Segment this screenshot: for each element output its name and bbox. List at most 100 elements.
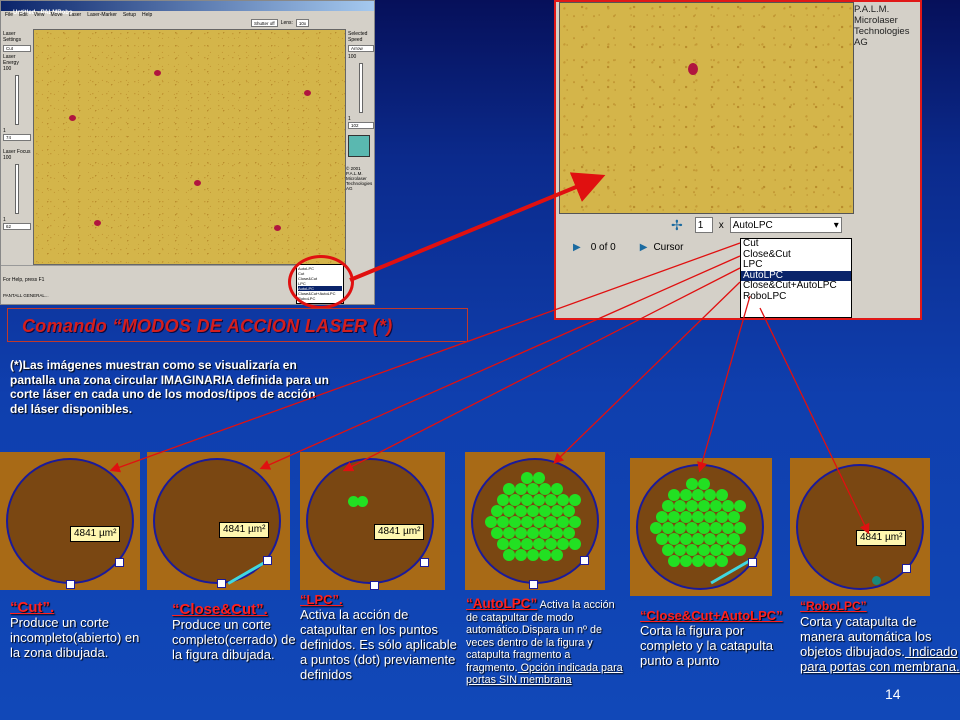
panel-close-cut: 4841 µm² bbox=[147, 452, 290, 590]
footnote-text: (*)Las imágenes muestran como se visuali… bbox=[10, 358, 329, 416]
selected-speed-label: Selected Speed bbox=[348, 31, 368, 43]
energy-input[interactable]: 74 bbox=[3, 134, 31, 141]
page-number: 14 bbox=[885, 686, 901, 702]
mode-select[interactable]: Cut bbox=[3, 45, 31, 52]
menu-move[interactable]: Move bbox=[50, 12, 62, 18]
mode-select[interactable]: AutoLPC ▾ bbox=[729, 217, 842, 233]
fragment-dot bbox=[569, 516, 581, 528]
position-label: 0 of 0 bbox=[590, 241, 616, 253]
caption-close-cut: “Close&Cut”. Produce un corte completo(c… bbox=[172, 602, 296, 662]
lens-label: Lens: bbox=[280, 20, 293, 26]
fragment-dot bbox=[569, 538, 581, 550]
menu-view[interactable]: View bbox=[34, 12, 45, 18]
software-screenshot-zoom: P.A.L.M. Microlaser Technologies AG ✢ 1 … bbox=[554, 0, 922, 320]
energy-slider[interactable] bbox=[15, 75, 19, 125]
dropdown-item-cut[interactable]: Cut bbox=[741, 238, 851, 250]
fragment-dot bbox=[503, 549, 515, 561]
handle-icon bbox=[580, 556, 589, 565]
fragment-dot bbox=[716, 555, 728, 567]
chevron-down-icon: ▾ bbox=[833, 219, 839, 231]
fragment-dot bbox=[527, 549, 539, 561]
caption-close-cut-autolpc: “Close&Cut+AutoLPC” Corta la figura por … bbox=[640, 608, 790, 668]
arrow-close-cut-autolpc bbox=[697, 295, 751, 473]
energy-max: 100 bbox=[3, 66, 12, 72]
menu-laser[interactable]: Laser bbox=[69, 12, 82, 18]
fragment-dot bbox=[557, 538, 569, 550]
fragment-dot bbox=[734, 500, 746, 512]
palm-line: P.A.L.M. bbox=[854, 4, 890, 15]
lpc-dot bbox=[357, 496, 368, 507]
caption-title: “RoboLPC” bbox=[800, 599, 867, 613]
fragment-dot bbox=[569, 494, 581, 506]
fragment-dot bbox=[551, 549, 563, 561]
mode-select-value: AutoLPC bbox=[732, 219, 773, 231]
handle-icon bbox=[420, 558, 429, 567]
caption-title: “AutoLPC” bbox=[466, 596, 538, 611]
fragment-dot bbox=[668, 555, 680, 567]
caption-robolpc: “RoboLPC” Corta y catapulta de manera au… bbox=[800, 598, 960, 674]
area-label: 4841 µm² bbox=[856, 530, 907, 546]
caption-title: “Cut”. bbox=[10, 599, 55, 616]
area-label: 4841 µm² bbox=[374, 524, 425, 540]
microscope-image[interactable] bbox=[33, 29, 346, 265]
robolpc-dot bbox=[872, 576, 881, 585]
fragment-dot bbox=[539, 549, 551, 561]
red-cell bbox=[688, 63, 698, 75]
panel-robolpc: 4841 µm² bbox=[790, 458, 930, 596]
x-label: x bbox=[718, 219, 724, 231]
lens-select[interactable]: 10x bbox=[295, 19, 310, 27]
caption-title: “Close&Cut+AutoLPC” bbox=[640, 608, 783, 623]
menu-laser-marker[interactable]: Laser-Marker bbox=[87, 12, 117, 18]
handle-icon bbox=[529, 580, 538, 589]
slide-title: Comando “MODOS DE ACCION LASER (*) bbox=[7, 308, 468, 342]
menu-edit[interactable]: Edit bbox=[19, 12, 28, 18]
menu-help[interactable]: Help bbox=[142, 12, 152, 18]
play-icon[interactable]: ▶ bbox=[573, 242, 581, 253]
laser-settings-label: Laser Settings bbox=[3, 31, 22, 43]
caption-autolpc: “AutoLPC” Activa la acción de catapultar… bbox=[466, 596, 624, 687]
palm-line: AG bbox=[854, 37, 868, 48]
focus-slider[interactable] bbox=[15, 164, 19, 214]
speed-slider[interactable] bbox=[359, 63, 363, 113]
handle-icon bbox=[217, 579, 226, 588]
caption-title: “LPC”. bbox=[300, 592, 343, 607]
fragment-dot bbox=[692, 555, 704, 567]
caption-text: Corta la figura por completo y la catapu… bbox=[640, 623, 773, 668]
highlight-circle bbox=[288, 255, 354, 309]
red-cell bbox=[154, 70, 161, 76]
area-label: 4841 µm² bbox=[70, 526, 121, 542]
arrows-icon[interactable]: ✢ bbox=[671, 217, 683, 234]
focus-input[interactable]: 62 bbox=[3, 223, 31, 230]
dropdown-item-robolpc[interactable]: RoboLPC bbox=[741, 291, 851, 303]
speed-max: 100 bbox=[348, 54, 357, 60]
palm-copyright: © 2001 P.A.L.M. Microlaser Technologies … bbox=[346, 166, 373, 191]
count-input[interactable]: 1 bbox=[694, 217, 713, 233]
microscope-image-zoom[interactable] bbox=[559, 2, 854, 214]
panel-autolpc bbox=[465, 452, 605, 590]
mode-dropdown[interactable]: Cut Close&Cut LPC AutoLPC Close&Cut+Auto… bbox=[740, 238, 852, 318]
speed-panel: Selected Speed Arrow 100 1 102 bbox=[346, 29, 374, 269]
handle-icon bbox=[748, 558, 757, 567]
palm-line: Technologies bbox=[854, 26, 910, 37]
fragment-grid bbox=[485, 472, 585, 572]
fragment-dot bbox=[680, 555, 692, 567]
speed-mode-select[interactable]: Arrow bbox=[348, 45, 374, 52]
menu-file[interactable]: File bbox=[5, 12, 13, 18]
caption-text: Produce un corte incompleto(abierto) en … bbox=[10, 615, 140, 660]
cursor-play-icon[interactable]: ▶ bbox=[640, 242, 648, 253]
laser-settings-panel: Laser Settings Cut Laser Energy 100 1 74… bbox=[1, 29, 33, 269]
area-label: 4841 µm² bbox=[219, 522, 270, 538]
red-cell bbox=[69, 115, 76, 121]
panel-lpc: 4841 µm² bbox=[300, 452, 445, 590]
handle-icon bbox=[902, 564, 911, 573]
caption-title: “Close&Cut”. bbox=[172, 601, 268, 618]
panel-label: PANTALL GENERAL... bbox=[3, 293, 49, 298]
speed-input[interactable]: 102 bbox=[348, 122, 374, 129]
shutter-select[interactable]: Shutter off bbox=[251, 19, 278, 27]
red-cell bbox=[274, 225, 281, 231]
handle-icon bbox=[115, 558, 124, 567]
menu-setup[interactable]: Setup bbox=[123, 12, 136, 18]
handle-icon bbox=[370, 581, 379, 590]
handle-icon bbox=[66, 580, 75, 589]
red-cell bbox=[304, 90, 311, 96]
